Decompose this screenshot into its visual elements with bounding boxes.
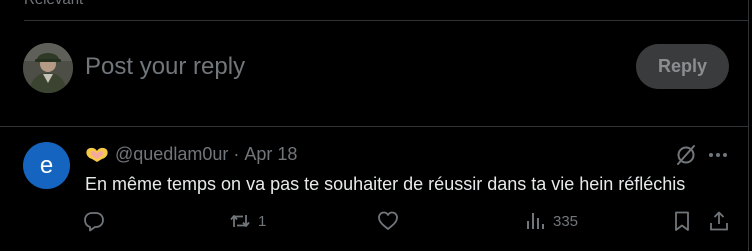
bookmark-icon	[675, 211, 689, 231]
reply-action[interactable]	[83, 210, 105, 232]
post-header: @quedlam0ur · Apr 18	[85, 144, 297, 165]
views-action[interactable]: 335	[524, 210, 578, 232]
heart-hands-emoji-icon[interactable]	[85, 146, 109, 164]
header-separator: ·	[233, 144, 240, 164]
views-icon	[527, 213, 544, 229]
post-avatar[interactable]: e	[23, 142, 70, 189]
share-icon	[710, 211, 728, 231]
reply-icon	[84, 212, 104, 232]
repost-count: 1	[258, 212, 267, 230]
share-action[interactable]	[708, 210, 730, 232]
grok-icon[interactable]	[675, 144, 697, 166]
bookmark-action[interactable]	[671, 210, 693, 232]
post-date[interactable]: Apr 18	[244, 144, 297, 165]
post-handle[interactable]: @quedlam0ur	[115, 144, 228, 165]
more-icon[interactable]	[707, 146, 729, 164]
divider	[0, 126, 748, 127]
user-avatar[interactable]	[23, 43, 73, 93]
views-count: 335	[553, 212, 579, 230]
divider	[24, 20, 748, 21]
repost-icon	[230, 215, 250, 227]
reply-thread: Relevant Reply e @quedlam0ur · Apr 18	[0, 0, 749, 251]
repost-action[interactable]: 1	[229, 210, 266, 232]
heart-icon	[378, 211, 398, 230]
like-action[interactable]	[377, 210, 399, 232]
sort-label[interactable]: Relevant	[24, 0, 83, 8]
post-text: En même temps on va pas te souhaiter de …	[85, 174, 686, 194]
reply-button[interactable]: Reply	[636, 44, 729, 89]
avatar-letter: e	[39, 151, 54, 179]
avatar-photo	[23, 43, 73, 93]
reply-input[interactable]	[85, 50, 615, 84]
